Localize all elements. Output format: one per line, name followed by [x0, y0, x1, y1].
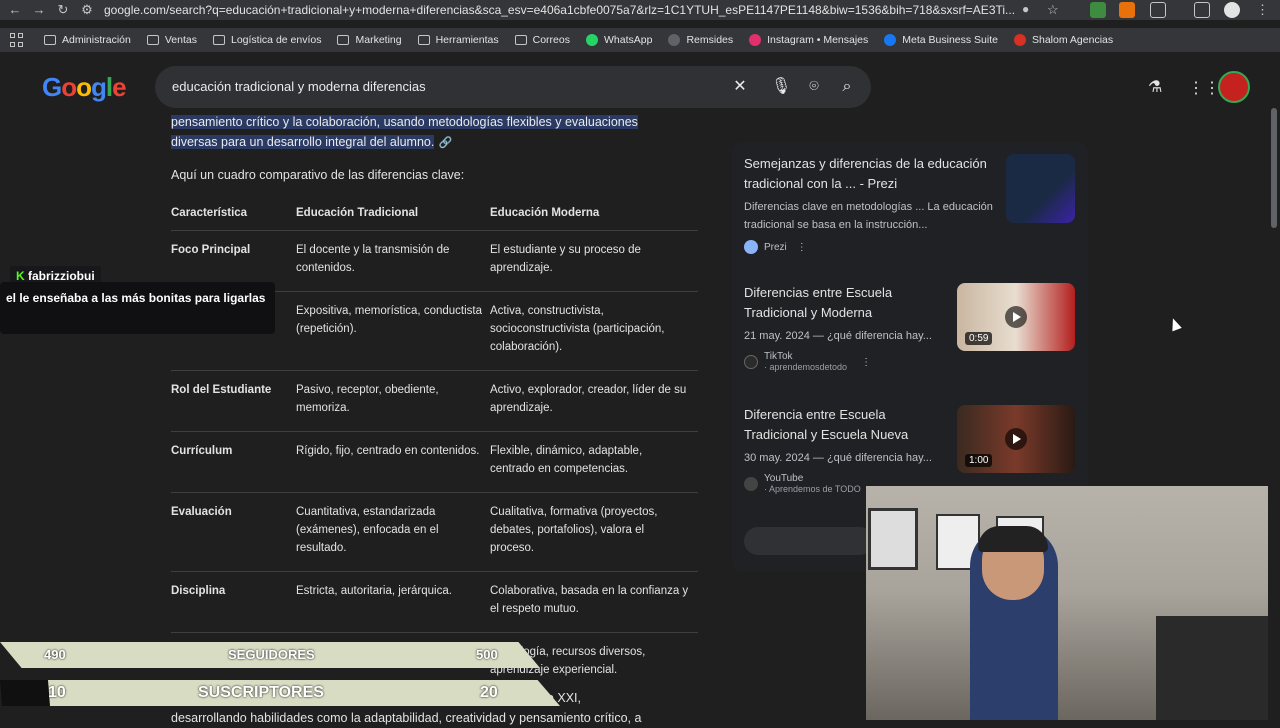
subscribers-goal-bar: 10 SUSCRIPTORES 20: [0, 680, 560, 706]
bookmark-folder[interactable]: Administración: [44, 34, 131, 46]
more-options-icon[interactable]: ⋮: [797, 242, 807, 253]
reading-list-icon[interactable]: [1194, 2, 1210, 18]
table-row: Rol del Estudiante Pasivo, receptor, obe…: [171, 370, 698, 432]
table-intro: Aquí un cuadro comparativo de las difere…: [171, 168, 465, 182]
address-bar[interactable]: google.com/search?q=educación+tradiciona…: [104, 1, 1104, 19]
kick-icon: K: [16, 269, 25, 283]
instagram-icon: [749, 34, 762, 46]
location-icon[interactable]: ●: [1022, 2, 1038, 18]
bookmark-folder[interactable]: Herramientas: [417, 34, 499, 46]
wall-frame: [868, 508, 918, 570]
comparison-table: Característica Educación Tradicional Edu…: [171, 200, 698, 693]
search-icon[interactable]: ⌕: [837, 77, 857, 97]
table-row: Currículum Rígido, fijo, centrado en con…: [171, 431, 698, 493]
table-header: Educación Tradicional: [296, 207, 419, 219]
source-snippet: Diferencias clave en metodologías ... La…: [744, 201, 993, 231]
extensions-puzzle-icon[interactable]: [1150, 2, 1166, 18]
folder-icon: [514, 35, 527, 45]
bookmark-star-icon[interactable]: ☆: [1047, 2, 1063, 18]
google-apps-icon[interactable]: ⋮⋮: [1188, 78, 1220, 97]
video-date: 21 may. 2024 — ¿qué diferencia hay...: [744, 330, 932, 342]
forward-icon[interactable]: →: [30, 1, 48, 19]
search-box[interactable]: educación tradicional y moderna diferenc…: [155, 66, 871, 108]
folder-icon: [417, 35, 430, 45]
bookmark-link[interactable]: Remsides: [668, 34, 733, 46]
labs-flask-icon[interactable]: ⚗: [1148, 77, 1166, 96]
microphone-icon[interactable]: 🎙: [771, 77, 791, 97]
bookmark-link[interactable]: Instagram • Mensajes: [749, 34, 868, 46]
mouse-cursor: [1168, 316, 1182, 332]
site-info-icon[interactable]: ⚙: [78, 1, 96, 19]
more-options-icon[interactable]: ⋮: [861, 357, 871, 368]
table-row: Disciplina Estricta, autoritaria, jerárq…: [171, 571, 698, 633]
webcam-overlay: [866, 486, 1280, 720]
whatsapp-icon: [585, 34, 598, 46]
bookmark-folder[interactable]: Correos: [514, 34, 570, 46]
video-duration: 0:59: [965, 332, 993, 345]
search-input[interactable]: educación tradicional y moderna diferenc…: [172, 79, 426, 94]
google-logo[interactable]: Google: [42, 72, 127, 103]
extension-orange-icon[interactable]: [1119, 2, 1135, 18]
video-thumbnail[interactable]: 0:59: [957, 283, 1075, 351]
profile-avatar-icon[interactable]: [1224, 2, 1240, 18]
folder-icon: [213, 35, 225, 45]
clear-icon[interactable]: ✕: [730, 77, 750, 97]
followers-goal-bar: 490 SEGUIDORES 500: [0, 642, 540, 668]
table-header: Educación Moderna: [490, 207, 600, 219]
streamer-cap: [978, 526, 1048, 552]
bookmark-link[interactable]: Meta Business Suite: [884, 34, 998, 46]
bookmark-folder[interactable]: Logística de envíos: [213, 34, 321, 46]
folder-icon: [146, 35, 159, 45]
table-header: Característica: [171, 207, 248, 219]
bookmark-folder[interactable]: Ventas: [146, 34, 197, 46]
prezi-icon: [744, 240, 758, 254]
video-duration: 1:00: [965, 454, 993, 467]
chat-message: el le enseñaba a las más bonitas para li…: [0, 282, 275, 334]
video-thumbnail[interactable]: 1:00: [957, 405, 1075, 473]
video-date: 30 may. 2024 — ¿qué diferencia hay...: [744, 452, 932, 464]
account-avatar[interactable]: [1218, 71, 1250, 103]
reload-icon[interactable]: ↻: [54, 1, 72, 19]
apps-grid-icon[interactable]: [10, 33, 24, 47]
lens-icon[interactable]: ⌾: [804, 77, 824, 97]
video-title[interactable]: Diferencias entre Escuela Tradicional y …: [744, 283, 944, 323]
meta-icon: [884, 34, 897, 46]
bookmark-link[interactable]: Shalom Agencias: [1013, 34, 1113, 46]
back-icon[interactable]: ←: [6, 1, 24, 19]
folder-icon: [44, 35, 56, 45]
youtube-icon: [744, 477, 758, 491]
bookmark-link[interactable]: WhatsApp: [585, 34, 652, 46]
table-row: Evaluación Cuantitativa, estandarizada (…: [171, 492, 698, 572]
link-icon[interactable]: 🔗: [439, 137, 453, 149]
bookmarks-bar: Administración Ventas Logística de envío…: [0, 28, 1280, 52]
page-scrollbar[interactable]: [1268, 60, 1280, 720]
remsides-icon: [668, 34, 681, 46]
tiktok-icon: [744, 355, 758, 369]
extension-green-icon[interactable]: [1090, 2, 1106, 18]
prezi-thumbnail[interactable]: [1006, 154, 1075, 223]
answer-highlight: pensamiento crítico y la colaboración, u…: [171, 115, 638, 149]
shalom-icon: [1013, 34, 1026, 46]
play-icon[interactable]: [1005, 428, 1027, 450]
desk-monitor: [1156, 616, 1280, 720]
browser-menu-icon[interactable]: ⋮: [1256, 2, 1272, 18]
source-title[interactable]: Semejanzas y diferencias de la educación…: [744, 154, 999, 194]
browser-toolbar: ← → ↻ ⚙ google.com/search?q=educación+tr…: [0, 0, 1280, 20]
folder-icon: [337, 35, 350, 45]
show-all-button[interactable]: [744, 527, 874, 555]
scroll-thumb[interactable]: [1271, 108, 1277, 228]
play-icon[interactable]: [1005, 306, 1027, 328]
bookmark-folder[interactable]: Marketing: [337, 34, 402, 46]
video-title[interactable]: Diferencia entre Escuela Tradicional y E…: [744, 405, 944, 445]
